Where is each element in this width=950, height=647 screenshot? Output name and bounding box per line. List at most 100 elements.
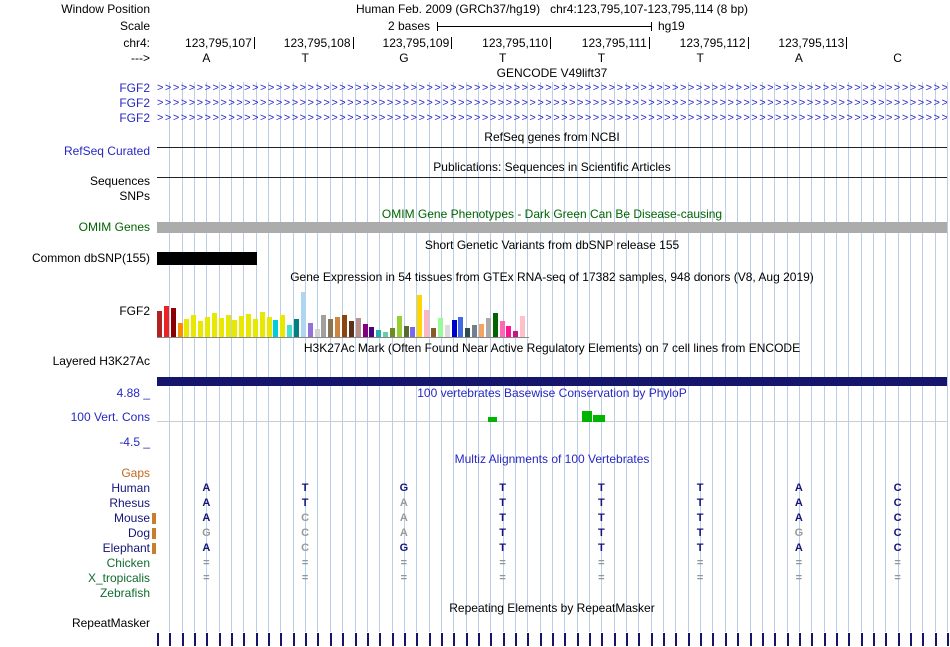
multiz-species-label[interactable]: Human: [0, 482, 150, 495]
base-letter: T: [498, 51, 507, 65]
omim-genes-label[interactable]: OMIM Genes: [0, 221, 150, 234]
alignment-base: =: [400, 572, 408, 584]
position-tick: [922, 633, 925, 646]
position-tick: [613, 633, 616, 646]
alignment-base: =: [894, 572, 901, 584]
multiz-species-label[interactable]: Zebrafish: [0, 587, 150, 600]
gtex-tissue-bar: [362, 324, 368, 337]
scale-label: Scale: [119, 19, 150, 33]
coordinate-label: 123,795,109: [349, 37, 453, 49]
position-tick: [255, 633, 258, 646]
gtex-tissue-bar: [328, 319, 334, 337]
dbsnp-label[interactable]: Common dbSNP(155): [0, 252, 150, 265]
refseq-curated-label[interactable]: RefSeq Curated: [0, 145, 150, 158]
position-tick: [786, 633, 789, 646]
gtex-bar-chart[interactable]: [157, 290, 532, 337]
position-tick: [243, 633, 246, 646]
alignment-base: T: [696, 482, 704, 494]
gtex-tissue-bar: [369, 327, 375, 337]
coordinate-label: 123,795,110: [448, 37, 551, 49]
base-letter: T: [301, 51, 309, 65]
position-tick: [885, 633, 888, 646]
position-tick: [774, 633, 777, 646]
dbsnp-variant-bar[interactable]: [157, 252, 257, 265]
h3k27ac-signal-bar[interactable]: [157, 377, 947, 386]
phylop-track-title: 100 vertebrates Basewise Conservation by…: [417, 386, 687, 400]
alignment-base: A: [794, 542, 803, 554]
gtex-tissue-bar: [465, 328, 471, 337]
gtex-tissue-bar: [170, 308, 176, 337]
gtex-tissue-bar: [246, 314, 252, 337]
h3k27ac-label[interactable]: Layered H3K27Ac: [0, 355, 150, 368]
multiz-species-label[interactable]: Chicken: [0, 557, 150, 570]
gencode-gene-arrow-row[interactable]: >>>>>>>>>>>>>>>>>>>>>>>>>>>>>>>>>>>>>>>>…: [157, 97, 947, 110]
gtex-tissue-bar: [307, 323, 313, 337]
gtex-tissue-bar: [478, 324, 484, 337]
gtex-track-title: Gene Expression in 54 tissues from GTEx …: [290, 270, 814, 284]
refseq-curated-item[interactable]: [157, 147, 947, 148]
multiz-species-label[interactable]: Gaps: [0, 467, 150, 480]
gencode-gene-label[interactable]: FGF2: [0, 82, 150, 95]
gtex-tissue-bar: [437, 318, 443, 337]
position-tick: [317, 633, 320, 646]
gtex-tissue-bar: [259, 312, 265, 337]
position-tick: [514, 633, 517, 646]
scale-bar: [437, 26, 652, 27]
alignment-base: =: [203, 557, 210, 569]
multiz-species-label[interactable]: Mouse: [0, 512, 150, 525]
gencode-gene-label[interactable]: FGF2: [0, 97, 150, 110]
position-tick: [379, 633, 382, 646]
alignment-base: A: [794, 482, 803, 494]
multiz-species-label[interactable]: Dog: [0, 527, 150, 540]
publications-sequences-item[interactable]: [157, 177, 947, 178]
phylop-label[interactable]: 100 Vert. Cons: [0, 411, 150, 424]
base-letter: A: [794, 51, 803, 65]
alignment-base: C: [893, 497, 902, 509]
gtex-tissue-bar: [321, 315, 327, 337]
gencode-gene-arrow-row[interactable]: >>>>>>>>>>>>>>>>>>>>>>>>>>>>>>>>>>>>>>>>…: [157, 112, 947, 125]
gtex-baseline: [157, 337, 529, 338]
position-tick: [440, 633, 443, 646]
multiz-species-label[interactable]: Elephant: [0, 542, 150, 555]
base-letter: T: [696, 51, 704, 65]
publications-track-title: Publications: Sequences in Scientific Ar…: [433, 160, 671, 174]
multiz-species-label[interactable]: X_tropicalis: [0, 572, 150, 585]
position-tick: [477, 633, 480, 646]
coordinate-label: 123,795,111: [547, 37, 650, 49]
gtex-tissue-bar: [389, 328, 395, 337]
position-tick: [157, 633, 159, 646]
omim-gene-bar[interactable]: [157, 222, 947, 233]
gencode-gene-arrow-row[interactable]: >>>>>>>>>>>>>>>>>>>>>>>>>>>>>>>>>>>>>>>>…: [157, 82, 947, 95]
publications-snps-label[interactable]: SNPs: [0, 190, 150, 203]
gencode-gene-label[interactable]: FGF2: [0, 112, 150, 125]
repeatmasker-label[interactable]: RepeatMasker: [0, 617, 150, 630]
position-tick: [663, 633, 666, 646]
gtex-tissue-bar: [287, 325, 293, 337]
gtex-tissue-bar: [239, 316, 245, 337]
gtex-tissue-bar: [424, 310, 430, 337]
alignment-base: =: [301, 572, 309, 584]
gtex-tissue-bar: [403, 326, 409, 337]
gtex-gene-label[interactable]: FGF2: [0, 305, 150, 318]
position-tick: [712, 633, 715, 646]
range-text: chr4:123,795,107-123,795,114 (8 bp): [550, 2, 749, 16]
multiz-species-label[interactable]: Rhesus: [0, 497, 150, 510]
alignment-base: C: [301, 542, 310, 554]
alignment-base: T: [696, 512, 704, 524]
position-tick: [552, 633, 554, 646]
position-tick: [909, 633, 912, 646]
ucsc-genome-browser[interactable]: Window Position Human Feb. 2009 (GRCh37/…: [0, 0, 950, 647]
gtex-tissue-bar: [280, 315, 286, 337]
alignment-base: G: [399, 482, 409, 494]
position-tick: [354, 633, 357, 646]
assembly-name: hg19: [658, 19, 685, 33]
position-tick: [675, 633, 678, 646]
alignment-base: T: [499, 512, 506, 524]
publications-sequences-label[interactable]: Sequences: [0, 175, 150, 188]
position-tick: [798, 633, 801, 646]
position-tick: [835, 633, 838, 646]
position-tick: [761, 633, 764, 646]
position-tick: [502, 633, 505, 646]
position-tick: [490, 633, 493, 646]
position-tick: [650, 633, 653, 646]
